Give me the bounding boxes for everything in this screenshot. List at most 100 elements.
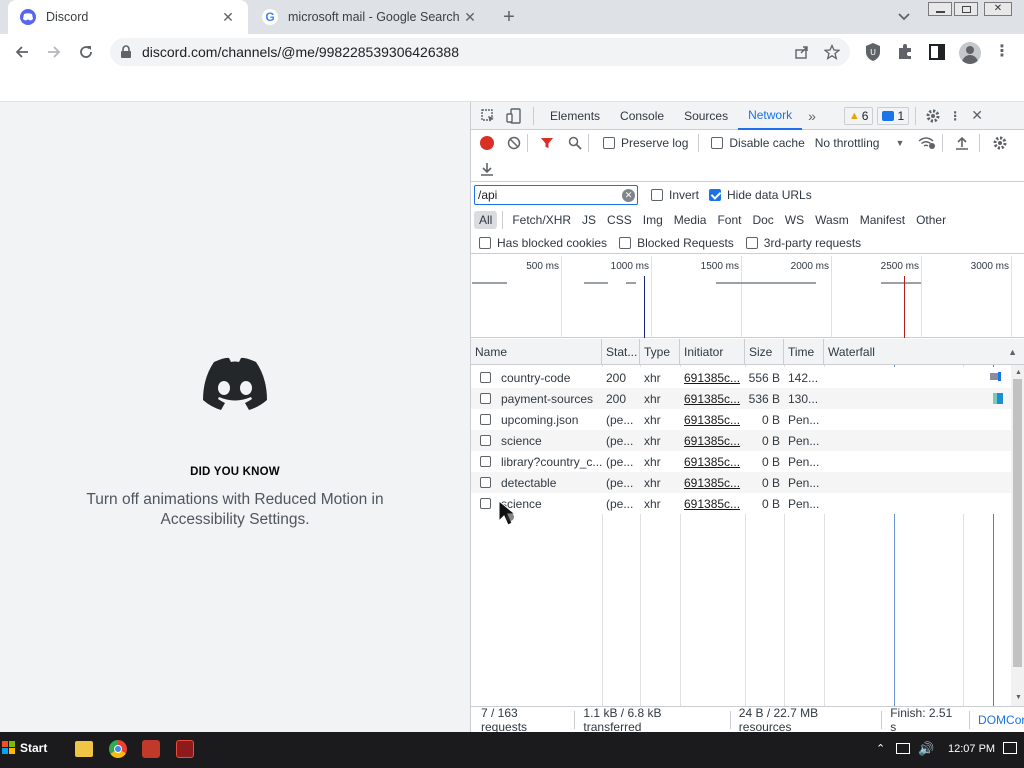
row-checkbox[interactable] [480,456,491,467]
extensions-puzzle-icon[interactable] [896,43,916,63]
cell-initiator[interactable]: 691385c... [680,367,745,388]
warnings-badge[interactable]: ▲ 6 [843,106,874,125]
messages-badge[interactable]: 1 [877,106,910,125]
filter-input[interactable]: /api ✕ [474,185,638,205]
has-blocked-cookies-checkbox[interactable] [479,236,491,249]
back-icon[interactable] [8,34,36,70]
type-font[interactable]: Font [712,211,746,229]
tab-discord[interactable]: Discord ✕ [8,0,248,34]
close-tab-icon[interactable]: ✕ [220,9,236,26]
scroll-up-icon[interactable]: ▲ [1015,369,1022,376]
type-wasm[interactable]: Wasm [810,211,854,229]
cell-initiator[interactable]: 691385c... [680,409,745,430]
table-row[interactable]: payment-sources 200 xhr 691385c... 536 B 130.… [471,388,1011,409]
reload-icon[interactable] [72,34,100,70]
type-fetch-xhr[interactable]: Fetch/XHR [507,211,576,229]
throttling-dropdown-icon[interactable]: ▼ [895,138,904,148]
type-js[interactable]: JS [577,211,601,229]
scroll-down-icon[interactable]: ▼ [1015,694,1022,701]
table-row[interactable]: detectable (pe... xhr 691385c... 0 B Pen... [471,472,1011,493]
app-taskbar-icon[interactable] [176,740,194,758]
table-row[interactable]: country-code 200 xhr 691385c... 556 B 142... [471,367,1011,388]
new-tab-button[interactable]: + [498,6,520,28]
app-taskbar-icon[interactable] [142,740,160,758]
col-size[interactable]: Size [745,339,784,365]
preserve-log-checkbox[interactable] [603,137,615,149]
cell-name[interactable]: country-code [497,367,602,388]
scrollbar-thumb[interactable] [1013,379,1022,667]
record-icon[interactable] [480,136,494,150]
network-tray-icon[interactable] [896,743,910,754]
tab-console[interactable]: Console [610,102,674,130]
share-icon[interactable] [794,44,810,60]
hide-data-urls-checkbox[interactable] [709,189,722,201]
cell-name[interactable]: upcoming.json [497,409,602,430]
clear-filter-icon[interactable]: ✕ [622,188,635,202]
cell-name[interactable]: payment-sources [497,388,602,409]
table-scrollbar[interactable]: ▲ ▼ [1011,365,1024,708]
forward-icon[interactable] [40,34,68,70]
device-toolbar-icon[interactable] [501,107,527,124]
invert-checkbox[interactable] [651,189,663,201]
type-css[interactable]: CSS [602,211,637,229]
volume-icon[interactable]: 🔊 [918,741,934,757]
col-time[interactable]: Time [784,339,824,365]
address-bar[interactable]: discord.com/channels/@me/998228539306426… [110,38,850,66]
cell-initiator[interactable]: 691385c... [680,388,745,409]
search-icon[interactable] [568,136,582,150]
filter-icon[interactable] [540,136,554,150]
restore-button[interactable] [954,2,978,16]
import-har-icon[interactable] [955,136,969,150]
type-media[interactable]: Media [669,211,712,229]
col-initiator[interactable]: Initiator [680,339,745,365]
type-all[interactable]: All [474,211,498,229]
type-manifest[interactable]: Manifest [855,211,910,229]
col-status[interactable]: Stat... [602,339,640,365]
more-tabs-chevron-icon[interactable]: » [808,108,816,124]
type-ws[interactable]: WS [780,211,809,229]
table-row[interactable]: science (pe... xhr 691385c... 0 B Pen... [471,493,1011,514]
profile-avatar[interactable] [959,42,981,64]
close-devtools-icon[interactable]: ✕ [966,107,988,124]
blocked-requests-checkbox[interactable] [619,236,632,249]
type-doc[interactable]: Doc [747,211,778,229]
shield-extension-icon[interactable]: U [864,42,884,62]
close-window-button[interactable]: ✕ [984,2,1012,16]
row-checkbox[interactable] [480,414,491,425]
row-checkbox[interactable] [480,498,491,509]
cell-initiator[interactable]: 691385c... [680,472,745,493]
network-overview[interactable]: 500 ms 1000 ms 1500 ms 2000 ms 2500 ms 3000 m… [471,256,1024,338]
row-checkbox[interactable] [480,372,491,383]
file-explorer-icon[interactable] [75,741,93,757]
cell-name[interactable]: detectable [497,472,602,493]
network-settings-icon[interactable] [992,135,1008,151]
cell-name[interactable]: library?country_c... [497,451,602,472]
throttling-select[interactable]: No throttling [815,136,880,150]
export-har-icon[interactable] [480,162,494,176]
type-img[interactable]: Img [638,211,668,229]
cell-initiator[interactable]: 691385c... [680,430,745,451]
minimize-button[interactable] [928,2,952,16]
tab-network[interactable]: Network [738,102,803,130]
table-row[interactable]: library?country_c... (pe... xhr 691385c... 0… [471,451,1011,472]
bookmark-star-icon[interactable] [824,44,840,60]
table-row[interactable]: upcoming.json (pe... xhr 691385c... 0 B Pen..… [471,409,1011,430]
tab-search-icon[interactable] [896,8,914,26]
table-row[interactable]: science (pe... xhr 691385c... 0 B Pen... [471,430,1011,451]
side-panel-icon[interactable] [928,43,948,63]
tab-sources[interactable]: Sources [674,102,738,130]
tab-elements[interactable]: Elements [540,102,610,130]
row-checkbox[interactable] [480,393,491,404]
disable-cache-checkbox[interactable] [711,137,724,149]
col-name[interactable]: Name [471,339,602,365]
cell-initiator[interactable]: 691385c... [680,451,745,472]
type-other[interactable]: Other [911,211,951,229]
inspect-element-icon[interactable] [475,108,501,124]
chrome-taskbar-icon[interactable] [109,740,127,758]
tray-chevron-icon[interactable]: ⌃ [876,742,885,755]
cell-initiator[interactable]: 691385c... [680,493,745,514]
col-type[interactable]: Type [640,339,680,365]
clear-icon[interactable] [507,136,521,150]
row-checkbox[interactable] [480,477,491,488]
third-party-checkbox[interactable] [745,236,758,249]
